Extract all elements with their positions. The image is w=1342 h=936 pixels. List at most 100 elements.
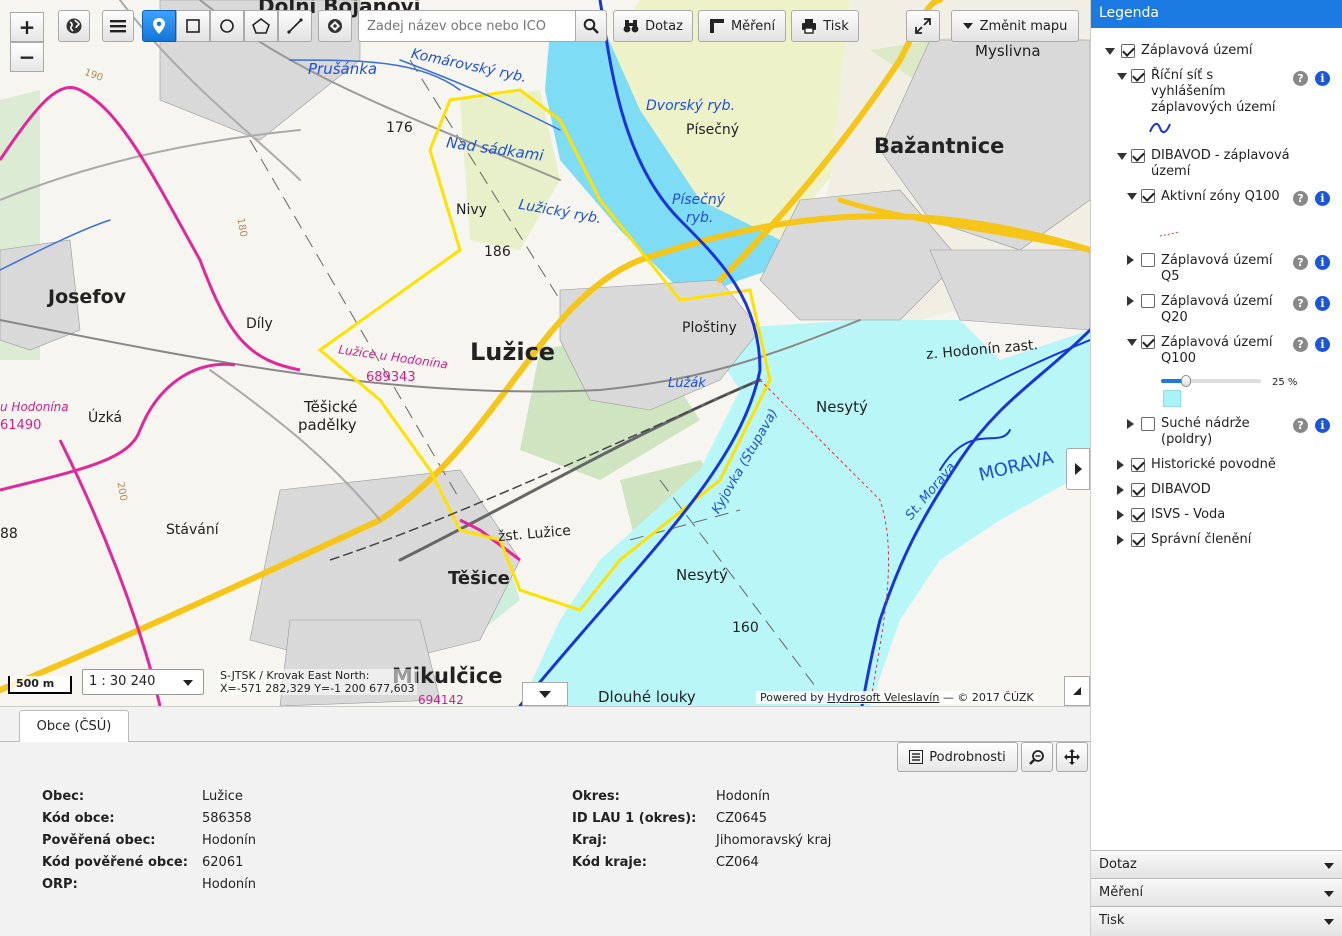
help-icon[interactable]: ? — [1293, 71, 1308, 86]
river-symbol-icon — [1149, 122, 1171, 134]
help-icon[interactable]: ? — [1293, 191, 1308, 206]
rectangle-tool-button[interactable] — [176, 10, 210, 42]
opacity-slider[interactable] — [1161, 375, 1261, 387]
info-value: 586358 — [202, 811, 252, 826]
map-label-myslivna: Myslivna — [975, 42, 1041, 60]
measure-button[interactable]: Měření — [698, 10, 786, 42]
legend-title: Legenda — [1091, 0, 1342, 28]
expand-toggle-icon[interactable] — [1117, 460, 1124, 470]
print-button[interactable]: Tisk — [791, 10, 859, 42]
zoom-out-button[interactable]: − — [10, 42, 44, 72]
help-icon[interactable]: ? — [1293, 337, 1308, 352]
zoom-in-button[interactable]: + — [10, 12, 44, 42]
expand-toggle-icon[interactable] — [1105, 48, 1115, 55]
info-icon[interactable]: i — [1315, 337, 1330, 352]
zoom-to-feature-button[interactable] — [1021, 742, 1053, 772]
collapse-legend-button[interactable] — [1066, 448, 1090, 490]
help-icon[interactable]: ? — [1293, 418, 1308, 433]
polygon-tool-button[interactable] — [244, 10, 278, 42]
checkbox-q100[interactable] — [1141, 335, 1155, 349]
caret-down-icon — [962, 23, 973, 29]
active-zone-symbol-icon — [1159, 231, 1181, 237]
expand-toggle-icon[interactable] — [1127, 296, 1134, 306]
scale-select[interactable]: 1 : 30 240 — [82, 669, 204, 695]
checkbox-zaplavova-uzemi[interactable] — [1121, 44, 1135, 58]
info-icon[interactable]: i — [1315, 296, 1330, 311]
side-tab-print[interactable]: Tisk — [1091, 906, 1342, 936]
expand-toggle-icon[interactable] — [1127, 339, 1137, 346]
change-map-label: Změnit mapu — [979, 18, 1068, 34]
map-label-josefov: Josefov — [48, 286, 127, 308]
map-label-stavani: Stávání — [166, 522, 219, 538]
expand-toggle-icon[interactable] — [1117, 153, 1127, 160]
checkbox-ricni-sit[interactable] — [1131, 69, 1145, 83]
expand-toggle-icon[interactable] — [1117, 73, 1127, 80]
info-icon[interactable]: i — [1315, 71, 1330, 86]
circle-tool-button[interactable] — [210, 10, 244, 42]
checkbox-isvs-voda[interactable] — [1131, 508, 1145, 522]
change-map-button[interactable]: Změnit mapu — [951, 10, 1079, 42]
opacity-value: 25 % — [1272, 377, 1298, 388]
expand-toggle-icon[interactable] — [1117, 535, 1124, 545]
map-pin-icon — [153, 18, 165, 34]
caret-down-icon — [539, 690, 551, 698]
layers-menu-button[interactable] — [102, 10, 134, 42]
info-value: CZ064 — [716, 855, 759, 870]
fullscreen-button[interactable] — [906, 10, 940, 42]
expand-toggle-icon[interactable] — [1127, 419, 1134, 429]
expand-bottom-panel-button[interactable] — [522, 682, 568, 706]
side-tab-query[interactable]: Dotaz — [1091, 850, 1342, 878]
opacity-slider-thumb[interactable] — [1181, 375, 1191, 387]
measure-button-label: Měření — [730, 18, 776, 34]
expand-toggle-icon[interactable] — [1127, 255, 1134, 265]
info-icon[interactable]: i — [1315, 418, 1330, 433]
expand-toggle-icon[interactable] — [1117, 485, 1124, 495]
search-button[interactable] — [575, 10, 607, 42]
map-label-luzak: Lužák — [668, 376, 706, 391]
globe-button[interactable] — [58, 10, 90, 42]
checkbox-suche-nadrze[interactable] — [1141, 417, 1155, 431]
attribution-prefix: Powered by — [760, 691, 828, 704]
map-view[interactable]: Dolní Bojanovi Prušánka Komárovský ryb. … — [0, 0, 1090, 706]
checkbox-dibavod-zaplavova[interactable] — [1131, 149, 1145, 163]
map-label-u-hodonina: u Hodonína — [0, 400, 69, 414]
attribution-suffix: — © 2017 ČÚZK — [939, 691, 1034, 704]
help-icon[interactable]: ? — [1293, 255, 1308, 270]
point-tool-button[interactable] — [142, 10, 176, 42]
checkbox-q5[interactable] — [1141, 253, 1155, 267]
attribution-link[interactable]: Hydrosoft Veleslavín — [827, 691, 939, 704]
map-label-elev-186: 186 — [484, 244, 511, 260]
details-button[interactable]: Podrobnosti — [897, 742, 1018, 772]
map-label-dvorsky: Dvorský ryb. — [646, 98, 735, 114]
map-label-code-61490: 61490 — [0, 418, 42, 433]
caret-down-icon — [1324, 919, 1334, 925]
checkbox-historicke-povodne[interactable] — [1131, 458, 1145, 472]
info-key: Kód kraje: — [572, 855, 647, 870]
caret-down-icon — [1324, 891, 1334, 897]
query-button[interactable]: Dotaz — [613, 10, 693, 42]
info-key: Obec: — [42, 789, 85, 804]
info-value: Hodonín — [202, 877, 257, 892]
checkbox-dibavod[interactable] — [1131, 483, 1145, 497]
line-tool-button[interactable] — [278, 10, 312, 42]
info-icon[interactable]: i — [1315, 191, 1330, 206]
checkbox-q20[interactable] — [1141, 294, 1155, 308]
expand-icon — [915, 18, 931, 34]
binoculars-icon — [623, 20, 639, 33]
overview-map-toggle[interactable] — [1064, 676, 1090, 706]
checkbox-spravni-cleneni[interactable] — [1131, 533, 1145, 547]
expand-toggle-icon[interactable] — [1127, 193, 1137, 200]
help-icon[interactable]: ? — [1293, 296, 1308, 311]
expand-toggle-icon[interactable] — [1117, 510, 1124, 520]
location-button[interactable] — [318, 10, 352, 42]
checkbox-aktivni-zony[interactable] — [1141, 189, 1155, 203]
info-icon[interactable]: i — [1315, 255, 1330, 270]
info-value: Hodonín — [716, 789, 771, 804]
ruler-icon — [709, 19, 724, 33]
coordinates-readout: S-JTSK / Krovak East North: X=-571 282,3… — [218, 669, 417, 695]
tab-obce-csu[interactable]: Obce (ČSÚ) — [19, 710, 129, 742]
menu-icon — [110, 20, 126, 33]
search-input[interactable] — [358, 10, 576, 42]
pan-to-feature-button[interactable] — [1056, 742, 1088, 772]
side-tab-measure[interactable]: Měření — [1091, 878, 1342, 906]
